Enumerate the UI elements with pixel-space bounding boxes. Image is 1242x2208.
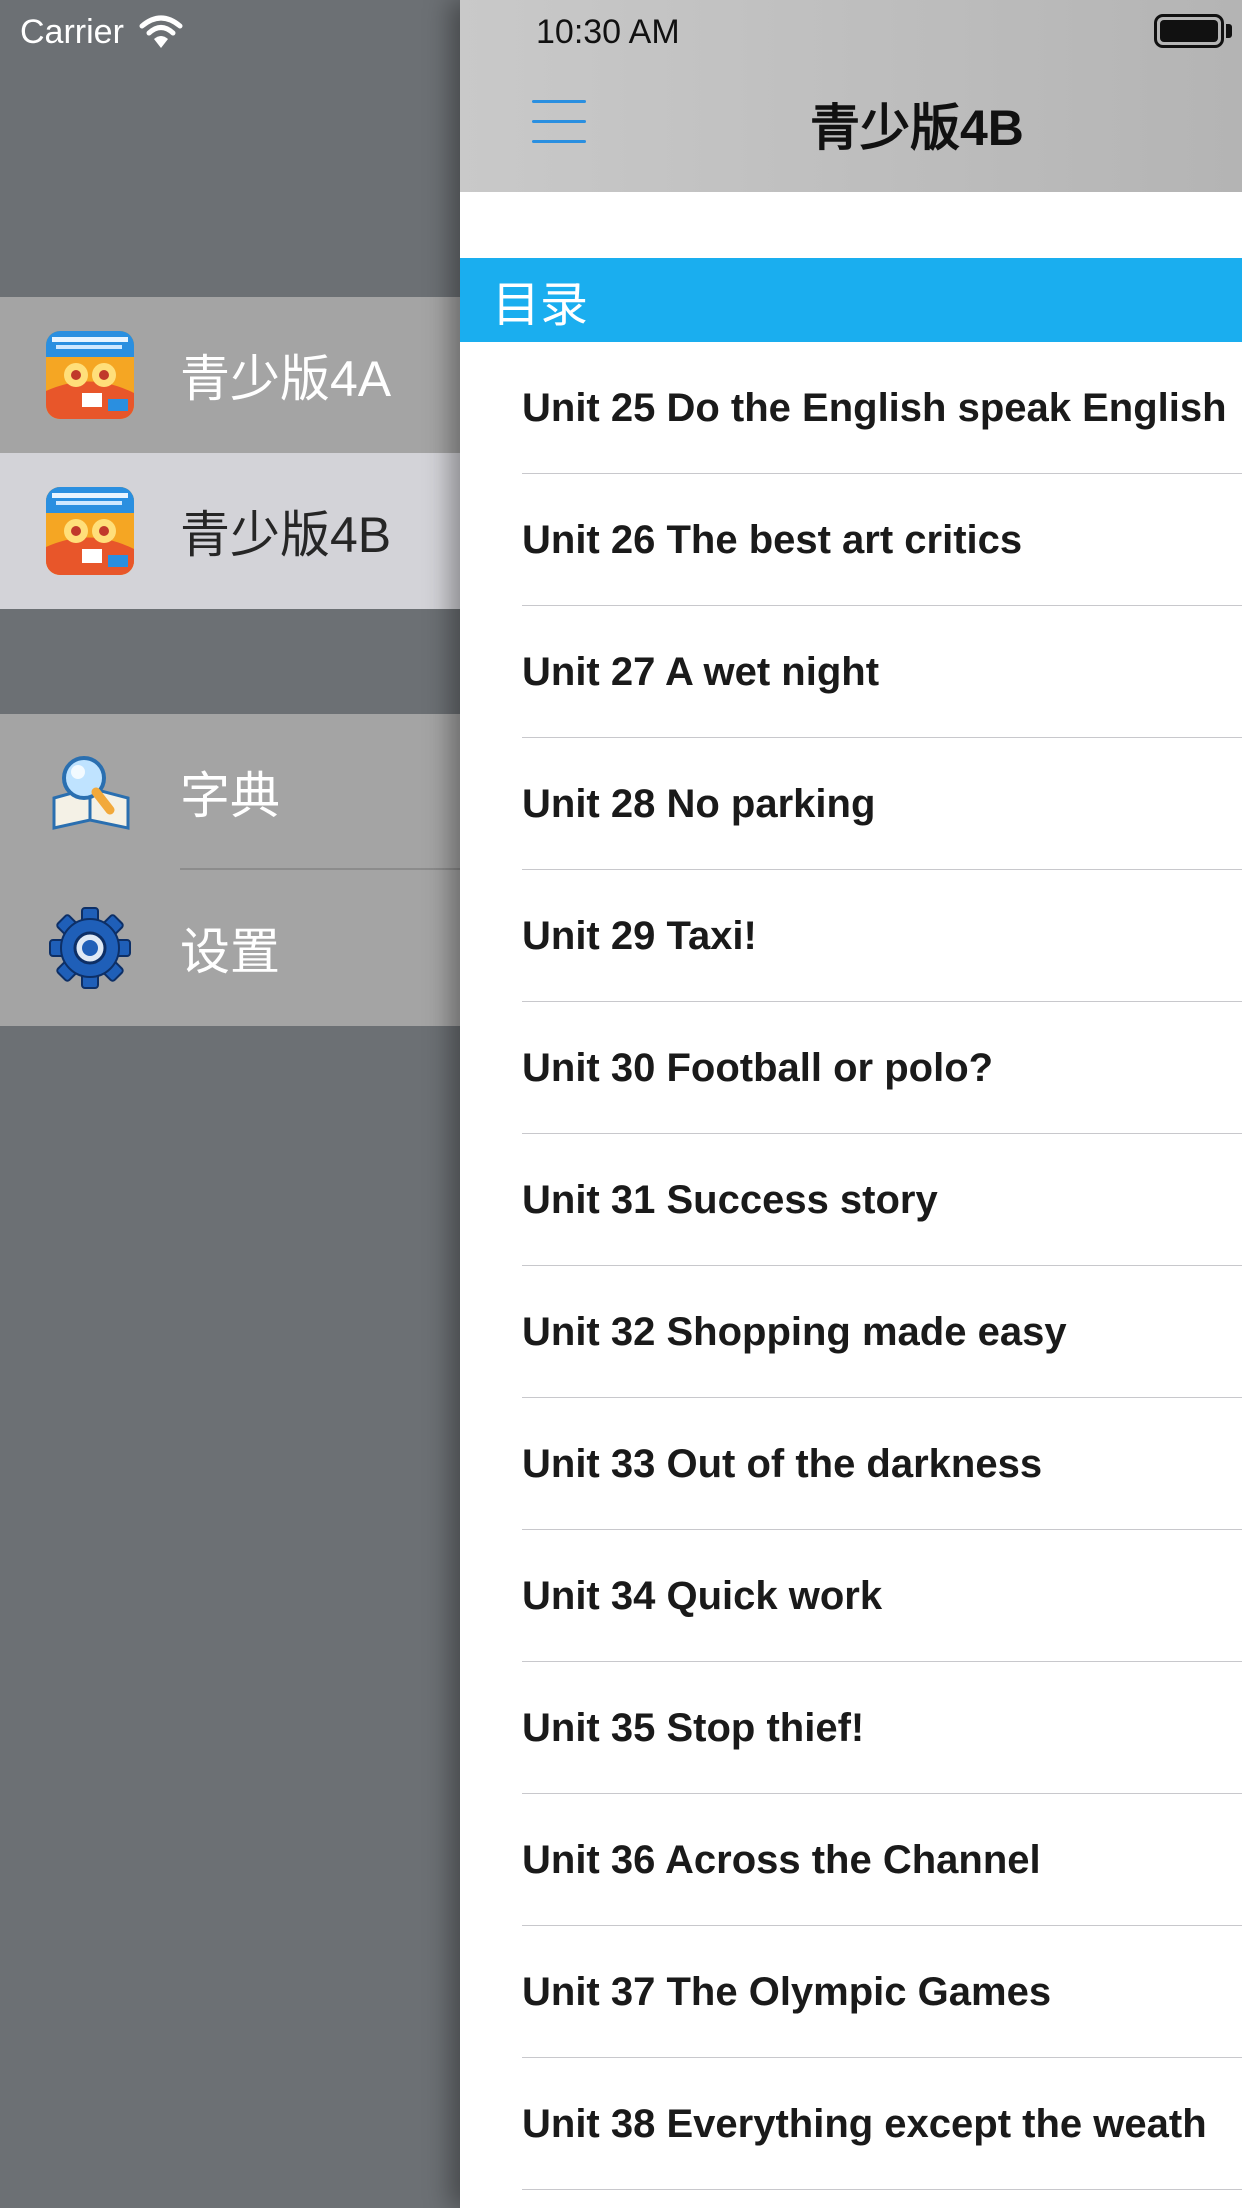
- status-time: 10:30 AM: [536, 12, 680, 51]
- dictionary-label: 字典: [180, 768, 280, 824]
- unit-list-item[interactable]: Unit 28 No parking: [460, 738, 1242, 870]
- book-item-4b[interactable]: 青少版4B: [0, 453, 460, 609]
- unit-list-item[interactable]: Unit 33 Out of the darkness: [460, 1398, 1242, 1530]
- unit-list-item[interactable]: Unit 29 Taxi!: [460, 870, 1242, 1002]
- unit-list-item[interactable]: Unit 37 The Olympic Games: [460, 1926, 1242, 2058]
- battery-tip: [1226, 24, 1232, 38]
- unit-title: Unit 35 Stop thief!: [522, 1705, 865, 1750]
- book-item-label: 青少版4A: [180, 351, 392, 407]
- book-cover-icon: [46, 331, 134, 419]
- book-item-4a[interactable]: 青少版4A: [0, 297, 460, 453]
- unit-title: Unit 38 Everything except the weath: [522, 2101, 1207, 2146]
- page-title: 青少版4B: [810, 100, 1024, 156]
- dictionary-icon: [52, 756, 130, 830]
- book-list: 青少版4A 青少版4B: [0, 297, 460, 609]
- settings-item[interactable]: 设置: [0, 870, 460, 1026]
- book-item-label: 青少版4B: [180, 507, 392, 563]
- dictionary-item[interactable]: 字典: [0, 714, 460, 870]
- row-divider: [522, 2189, 1242, 2190]
- unit-title: Unit 30 Football or polo?: [522, 1045, 994, 1090]
- wifi-icon: [139, 15, 183, 48]
- tool-list: 字典 设置: [0, 714, 460, 1026]
- unit-list-item[interactable]: Unit 32 Shopping made easy: [460, 1266, 1242, 1398]
- unit-list-item[interactable]: Unit 26 The best art critics: [460, 474, 1242, 606]
- side-drawer: Carrier 青少版4A 青少版4B 字典 设置: [0, 0, 460, 2208]
- carrier-label: Carrier: [20, 12, 124, 51]
- unit-title: Unit 25 Do the English speak English: [522, 385, 1227, 430]
- unit-list-item[interactable]: Unit 25 Do the English speak English: [460, 342, 1242, 474]
- unit-list-item[interactable]: Unit 31 Success story: [460, 1134, 1242, 1266]
- unit-list-item[interactable]: Unit 38 Everything except the weath: [460, 2058, 1242, 2190]
- unit-list-item[interactable]: Unit 27 A wet night: [460, 606, 1242, 738]
- unit-title: Unit 29 Taxi!: [522, 913, 757, 958]
- unit-title: Unit 34 Quick work: [522, 1573, 883, 1618]
- navigation-bar: 10:30 AM 青少版4B: [460, 0, 1242, 192]
- unit-list-item[interactable]: Unit 35 Stop thief!: [460, 1662, 1242, 1794]
- unit-list: Unit 25 Do the English speak English Unit…: [460, 342, 1242, 2190]
- unit-title: Unit 28 No parking: [522, 781, 876, 826]
- gear-icon: [49, 907, 131, 989]
- unit-title: Unit 31 Success story: [522, 1177, 938, 1222]
- main-panel: 10:30 AM 青少版4B 目录 Unit 25 Do the English…: [460, 0, 1242, 2208]
- status-bar-left: Carrier: [20, 8, 184, 56]
- unit-list-item[interactable]: Unit 34 Quick work: [460, 1530, 1242, 1662]
- battery-icon: [1154, 14, 1224, 48]
- book-cover-icon: [46, 487, 134, 575]
- unit-title: Unit 36 Across the Channel: [522, 1837, 1041, 1882]
- hamburger-menu-icon[interactable]: [532, 98, 586, 146]
- unit-title: Unit 37 The Olympic Games: [522, 1969, 1052, 2014]
- unit-title: Unit 27 A wet night: [522, 649, 880, 694]
- section-header: 目录: [460, 258, 1242, 342]
- unit-title: Unit 32 Shopping made easy: [522, 1309, 1067, 1354]
- settings-label: 设置: [180, 924, 280, 980]
- unit-title: Unit 26 The best art critics: [522, 517, 1023, 562]
- unit-list-item[interactable]: Unit 30 Football or polo?: [460, 1002, 1242, 1134]
- unit-list-item[interactable]: Unit 36 Across the Channel: [460, 1794, 1242, 1926]
- unit-title: Unit 33 Out of the darkness: [522, 1441, 1043, 1486]
